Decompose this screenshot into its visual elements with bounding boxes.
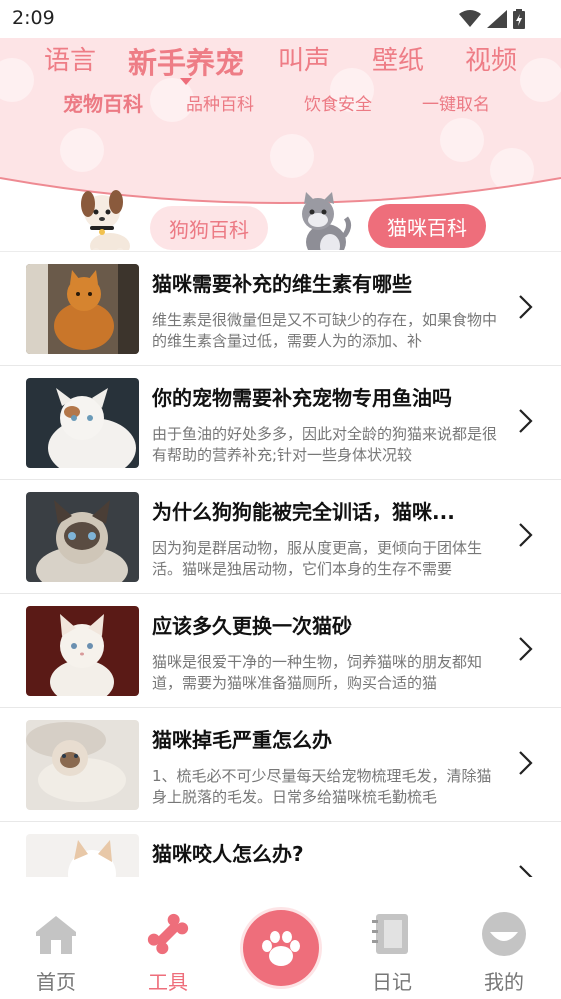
article-description: 1、梳毛必不可少尽量每天给宠物梳理毛发，清除猫身上脱落的毛发。日常多给猫咪梳毛勤… [152,767,492,806]
status-time: 2:09 [12,7,55,29]
tab-language[interactable]: 语言 [44,40,96,77]
chevron-right-icon [519,865,533,877]
status-bar: 2:09 [0,0,561,38]
chevron-right-icon [519,523,533,547]
tab-new-pet[interactable]: 新手养宠 [128,40,244,82]
bottom-nav: 首页 工具 日记 我的 [0,878,561,999]
nav-label: 我的 [484,970,524,994]
chevron-right-icon [519,295,533,319]
list-item[interactable]: 你的宠物需要补充宠物专用鱼油吗 由于鱼油的好处多多，因此对全龄的狗猫来说都是很有… [0,366,561,480]
bone-icon [147,913,189,955]
article-description: 因为狗是群居动物，服从度更高，更倾向于团体生活。猫咪是独居动物，它们本身的生存不… [152,539,483,578]
nav-label: 日记 [372,970,412,994]
cat-illustration-icon [302,192,352,250]
list-item[interactable]: 应该多久更换一次猫砂 猫咪是很爱干净的一种生物，饲养猫咪的朋友都知道，需要为猫咪… [0,594,561,708]
subtab-pet-encyclopedia[interactable]: 宠物百科 [63,88,143,117]
nav-tools[interactable]: 工具 [128,898,208,998]
list-item[interactable]: 猫咪需要补充的维生素有哪些 维生素是很微量但是又不可缺少的存在，如果食物中的维生… [0,252,561,366]
nav-profile[interactable]: 我的 [464,898,544,998]
dog-illustration-icon [81,190,130,250]
article-thumbnail [26,720,139,810]
article-title: 为什么狗狗能被完全训话，猫咪... [152,500,455,524]
paw-center-button[interactable] [243,910,319,986]
subtab-breed-encyclopedia[interactable]: 品种百科 [186,90,254,115]
article-thumbnail [26,378,139,468]
nav-label: 首页 [36,970,76,994]
tab-indicator-icon [180,78,192,85]
subtab-name-generator[interactable]: 一键取名 [422,90,490,115]
paw-pattern-icon [440,118,484,162]
list-item[interactable]: 为什么狗狗能被完全训话，猫咪... 因为狗是群居动物，服从度更高，更倾向于团体生… [0,480,561,594]
tab-wallpaper[interactable]: 壁纸 [372,40,424,77]
chevron-right-icon [519,637,533,661]
article-title: 你的宠物需要补充宠物专用鱼油吗 [152,386,452,410]
status-icons [459,9,525,29]
nav-label: 工具 [148,970,188,994]
article-thumbnail [26,606,139,696]
article-title: 猫咪咬人怎么办? [152,842,304,866]
nav-home[interactable]: 首页 [16,898,96,998]
chevron-right-icon [519,751,533,775]
top-tabs: 语言 新手养宠 叫声 壁纸 视频 [0,38,561,85]
chevron-right-icon [519,409,533,433]
subtab-food-safety[interactable]: 饮食安全 [304,90,372,115]
list-item[interactable]: 猫咪掉毛严重怎么办 1、梳毛必不可少尽量每天给宠物梳理毛发，清除猫身上脱落的毛发… [0,708,561,822]
cat-encyclopedia-button[interactable]: 猫咪百科 [368,204,486,248]
sub-tabs: 宠物百科 品种百科 饮食安全 一键取名 [0,88,561,118]
article-description: 由于鱼油的好处多多，因此对全龄的狗猫来说都是很有帮助的营养补充;针对一些身体状况… [152,425,498,464]
article-title: 应该多久更换一次猫砂 [152,614,352,638]
battery-icon [513,9,525,29]
article-thumbnail [26,834,139,877]
dog-encyclopedia-button[interactable]: 狗狗百科 [150,206,268,250]
notebook-icon [372,914,408,954]
tab-video[interactable]: 视频 [465,40,517,77]
article-thumbnail [26,264,139,354]
article-list[interactable]: 猫咪需要补充的维生素有哪些 维生素是很微量但是又不可缺少的存在，如果食物中的维生… [0,251,561,877]
header: 语言 新手养宠 叫声 壁纸 视频 宠物百科 品种百科 饮食安全 一键取名 狗狗百… [0,38,561,250]
article-title: 猫咪掉毛严重怎么办 [152,728,332,752]
tab-sounds[interactable]: 叫声 [278,40,330,77]
home-icon [36,916,76,954]
wifi-icon [459,10,481,27]
article-thumbnail [26,492,139,582]
paw-icon [262,931,300,966]
nav-diary[interactable]: 日记 [352,898,432,998]
profile-icon [482,912,526,956]
list-item[interactable]: 猫咪咬人怎么办? [0,822,561,877]
article-description: 维生素是很微量但是又不可缺少的存在，如果食物中的维生素含量过低，需要人为的添加、… [152,311,498,350]
article-title: 猫咪需要补充的维生素有哪些 [152,272,412,296]
signal-icon [487,10,507,28]
article-description: 猫咪是很爱干净的一种生物，饲养猫咪的朋友都知道，需要为猫咪准备猫厕所，购买合适的… [152,653,483,692]
